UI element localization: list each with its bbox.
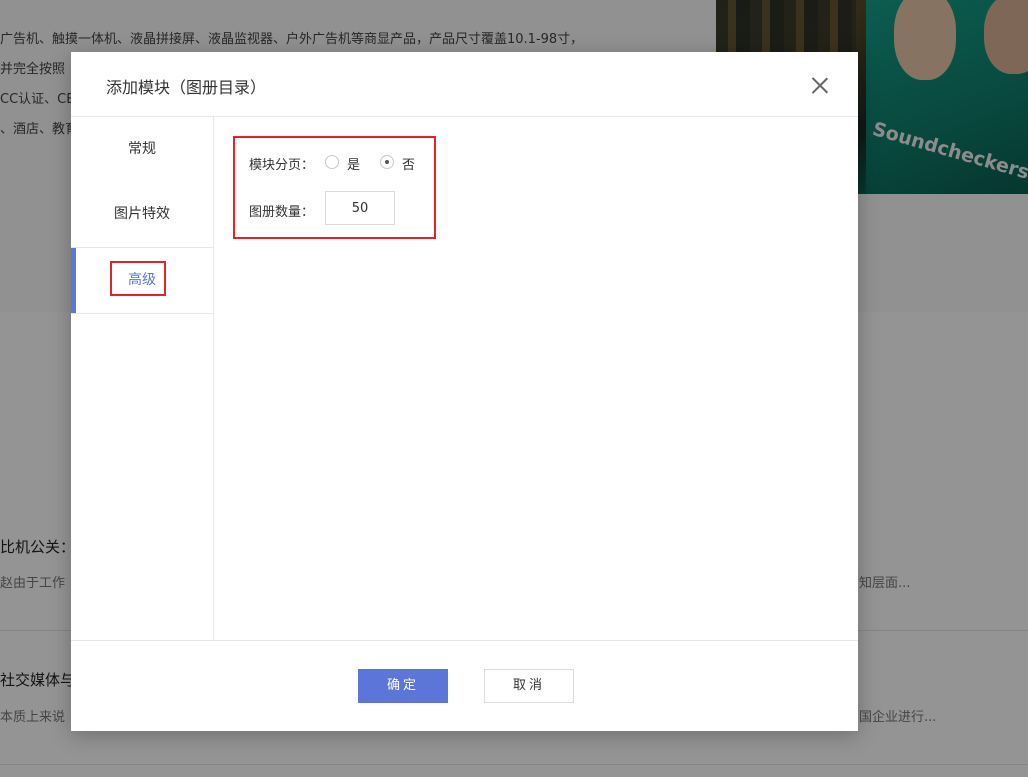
active-tab-indicator [71, 248, 76, 313]
dialog-header: 添加模块（图册目录） [71, 52, 858, 117]
add-module-dialog: 添加模块（图册目录） 常规 图片特效 高级 模块分页： 是 否 图册数量： 确定… [71, 52, 858, 731]
tab-label: 常规 [128, 141, 156, 157]
settings-tabs: 常规 图片特效 高级 [71, 117, 214, 640]
album-count-input[interactable] [325, 191, 395, 225]
album-count-label: 图册数量： [249, 205, 315, 220]
pagination-yes-radio[interactable] [325, 155, 339, 169]
pagination-label: 模块分页： [249, 158, 315, 173]
dialog-footer: 确定 取消 [71, 640, 858, 732]
dialog-title: 添加模块（图册目录） [106, 78, 267, 97]
tab-general[interactable]: 常规 [71, 117, 213, 182]
tab-label: 高级 [128, 272, 156, 288]
confirm-button[interactable]: 确定 [358, 669, 448, 703]
pagination-no-label[interactable]: 否 [402, 154, 415, 173]
tab-label: 图片特效 [114, 206, 170, 222]
pagination-no-radio[interactable] [380, 155, 394, 169]
tab-advanced[interactable]: 高级 [71, 247, 213, 314]
pagination-yes-label[interactable]: 是 [347, 154, 360, 173]
advanced-settings-panel: 模块分页： 是 否 图册数量： [214, 117, 858, 640]
cancel-button[interactable]: 取消 [484, 669, 574, 703]
tab-image-effects[interactable]: 图片特效 [71, 182, 213, 247]
close-icon[interactable] [806, 72, 834, 100]
